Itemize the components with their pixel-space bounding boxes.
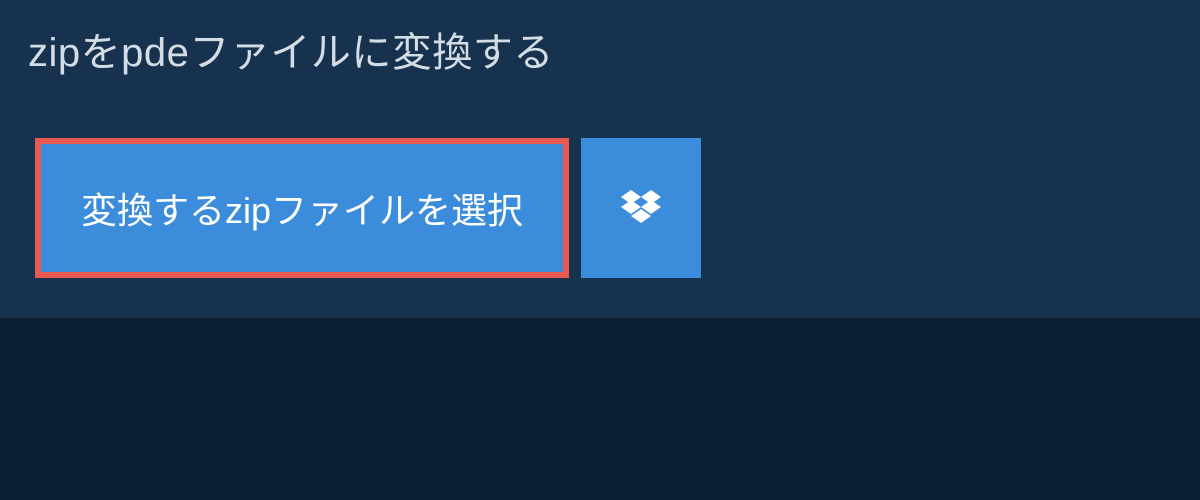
conversion-panel: zipをpdeファイルに変換する 変換するzipファイルを選択: [0, 0, 1200, 318]
header: zipをpdeファイルに変換する: [0, 0, 1200, 98]
select-file-label: 変換するzipファイルを選択: [81, 182, 523, 234]
dropbox-button[interactable]: [581, 138, 701, 278]
button-row: 変換するzipファイルを選択: [0, 98, 1200, 278]
dropbox-icon: [621, 190, 661, 226]
select-file-button[interactable]: 変換するzipファイルを選択: [35, 138, 569, 278]
page-title: zipをpdeファイルに変換する: [28, 20, 1172, 78]
